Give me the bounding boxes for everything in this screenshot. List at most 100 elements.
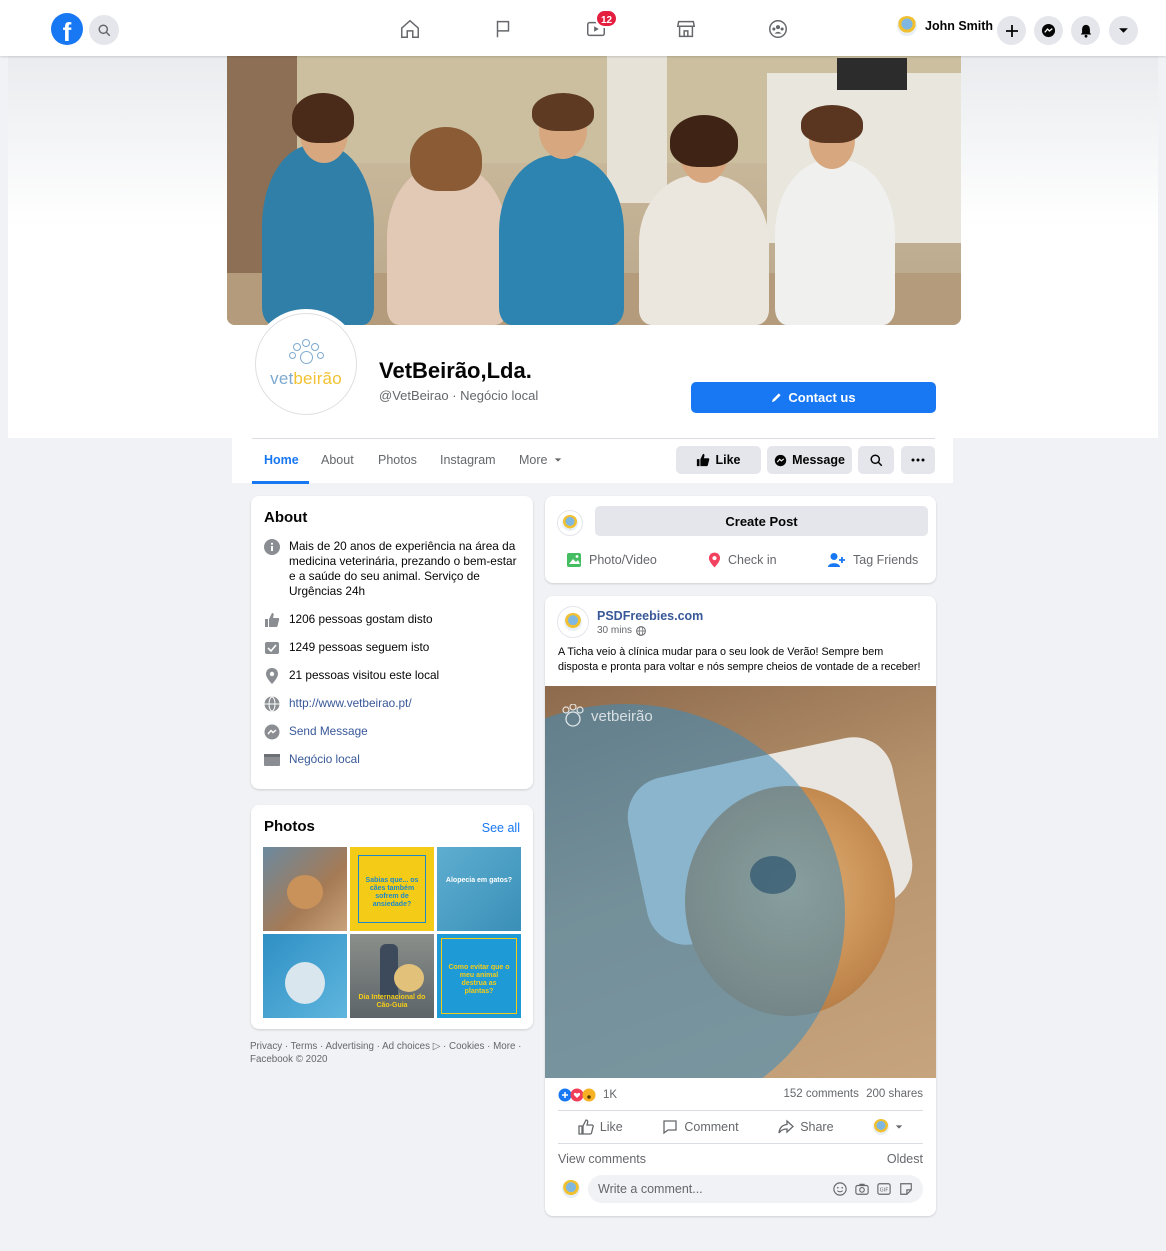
see-all-photos-link[interactable]: See all bbox=[482, 821, 520, 835]
comment-icon bbox=[663, 1120, 678, 1135]
react-as-selector[interactable] bbox=[873, 1119, 903, 1135]
comment-sort-selector[interactable]: Oldest bbox=[887, 1152, 923, 1166]
cover-photo[interactable] bbox=[227, 53, 961, 325]
photo-thumbnail[interactable]: Dia Internacional do Cão-Guia bbox=[350, 934, 434, 1018]
page-avatar bbox=[557, 510, 583, 536]
visits-row: 21 pessoas visitou este local bbox=[264, 668, 439, 684]
footer-links: Privacy · Terms · Advertising · Ad choic… bbox=[250, 1040, 535, 1066]
messenger-icon bbox=[774, 454, 787, 466]
page-title: VetBeirão,Lda. bbox=[379, 358, 532, 383]
category-tag-icon bbox=[264, 754, 280, 766]
comment-placeholder: Write a comment... bbox=[598, 1182, 703, 1196]
logo-wordmark: vetbeirão bbox=[270, 369, 342, 388]
like-page-button[interactable]: Like bbox=[676, 446, 761, 474]
comment-post-button[interactable]: Comment bbox=[662, 1119, 739, 1135]
groups-nav-button[interactable] bbox=[763, 14, 793, 44]
marketplace-nav-button[interactable] bbox=[671, 14, 701, 44]
photo-thumbnail[interactable]: Alopecia em gatos? bbox=[437, 847, 521, 931]
pages-nav-button[interactable] bbox=[488, 14, 518, 44]
comments-count[interactable]: 152 comments bbox=[783, 1088, 858, 1100]
about-card: About Mais de 20 anos de experiência na … bbox=[251, 496, 533, 789]
more-options-button[interactable] bbox=[901, 446, 935, 474]
photo-thumbnail[interactable]: Sabias que... os cães também sofrem de a… bbox=[350, 847, 434, 931]
separator-dot: · bbox=[452, 388, 461, 403]
tag-friends-button[interactable]: Tag Friends bbox=[828, 552, 918, 568]
profile-chip[interactable]: John Smith bbox=[897, 16, 993, 36]
tab-about[interactable]: About bbox=[321, 453, 354, 467]
create-post-button[interactable]: Create Post bbox=[595, 506, 928, 536]
caret-down-icon bbox=[895, 1125, 903, 1129]
photo-caption: Dia Internacional do Cão-Guia bbox=[358, 994, 426, 1009]
home-nav-button[interactable] bbox=[395, 14, 425, 44]
account-menu-button[interactable] bbox=[1109, 16, 1138, 45]
like-post-button[interactable]: Like bbox=[578, 1119, 623, 1135]
user-name: John Smith bbox=[925, 19, 994, 33]
photo-thumbnail[interactable]: Como evitar que o meu animal destrua as … bbox=[437, 934, 521, 1018]
photo-thumbnail[interactable] bbox=[263, 847, 347, 931]
message-page-label: Message bbox=[792, 453, 845, 467]
website-link[interactable]: http://www.vetbeirao.pt/ bbox=[289, 696, 412, 712]
messenger-button[interactable] bbox=[1034, 16, 1063, 45]
share-icon bbox=[778, 1119, 795, 1134]
reactions-count-group[interactable]: 1K bbox=[558, 1088, 617, 1102]
caret-down-icon bbox=[1119, 28, 1128, 33]
tab-home[interactable]: Home bbox=[264, 453, 299, 467]
photo-caption: Alopecia em gatos? bbox=[445, 877, 513, 884]
about-description: Mais de 20 anos de experiência na área d… bbox=[289, 539, 517, 598]
post-author-name[interactable]: PSDFreebies.com bbox=[597, 609, 703, 623]
footer-link-list[interactable]: Privacy · Terms · Advertising · Ad choic… bbox=[250, 1040, 535, 1053]
reactions-count: 1K bbox=[603, 1089, 618, 1101]
search-icon bbox=[869, 453, 882, 466]
location-pin-icon bbox=[708, 552, 721, 568]
post-author-avatar[interactable] bbox=[557, 606, 589, 638]
comment-input[interactable]: Write a comment... GIF bbox=[588, 1175, 923, 1203]
page-subtitle: @VetBeirao · Negócio local bbox=[379, 388, 538, 403]
ellipsis-icon bbox=[911, 458, 925, 462]
create-post-card: Create Post Photo/Video Check in Tag Fri… bbox=[545, 496, 936, 583]
svg-text:GIF: GIF bbox=[880, 1188, 889, 1194]
top-navigation-bar: f 12 John Smith bbox=[0, 0, 1166, 56]
marketplace-icon bbox=[676, 20, 696, 38]
shares-count[interactable]: 200 shares bbox=[866, 1088, 923, 1100]
post-image-watermark: vetbeirão bbox=[560, 704, 653, 728]
sticker-icon[interactable] bbox=[899, 1182, 913, 1196]
camera-icon[interactable] bbox=[855, 1182, 869, 1196]
share-post-button[interactable]: Share bbox=[778, 1119, 834, 1135]
thumbs-up-icon bbox=[697, 453, 710, 467]
facebook-logo-icon[interactable]: f bbox=[51, 13, 83, 45]
send-message-link[interactable]: Send Message bbox=[289, 724, 368, 740]
photo-thumbnail[interactable] bbox=[263, 934, 347, 1018]
page-profile-picture[interactable]: vetbeirão bbox=[255, 313, 357, 415]
divider bbox=[252, 438, 935, 439]
photos-card-title: Photos bbox=[264, 818, 315, 835]
category-link[interactable]: Negócio local bbox=[289, 752, 360, 768]
watch-nav-button[interactable]: 12 bbox=[581, 9, 619, 44]
post-time: 30 mins bbox=[597, 625, 633, 636]
thumbs-up-icon bbox=[578, 1119, 594, 1135]
check-in-label: Check in bbox=[728, 553, 777, 567]
photo-video-button[interactable]: Photo/Video bbox=[566, 552, 657, 568]
view-comments-link[interactable]: View comments bbox=[558, 1152, 646, 1166]
photo-caption: Sabias que... os cães também sofrem de a… bbox=[365, 877, 419, 908]
tab-instagram[interactable]: Instagram bbox=[440, 453, 496, 467]
tab-photos[interactable]: Photos bbox=[378, 453, 417, 467]
reaction-icons bbox=[558, 1088, 596, 1102]
share-post-label: Share bbox=[800, 1120, 834, 1134]
notifications-button[interactable] bbox=[1071, 16, 1100, 45]
check-in-button[interactable]: Check in bbox=[708, 552, 777, 568]
contact-us-button[interactable]: Contact us bbox=[691, 382, 936, 413]
comment-input-tools: GIF bbox=[833, 1182, 913, 1196]
message-page-button[interactable]: Message bbox=[767, 446, 852, 474]
emoji-icon[interactable] bbox=[833, 1182, 847, 1196]
tab-more[interactable]: More bbox=[519, 453, 562, 467]
create-button[interactable] bbox=[997, 16, 1026, 45]
website-row: http://www.vetbeirao.pt/ bbox=[264, 696, 412, 712]
tab-more-label: More bbox=[519, 453, 548, 467]
post-image[interactable]: vetbeirão bbox=[545, 686, 936, 1078]
gif-icon[interactable]: GIF bbox=[877, 1182, 891, 1196]
watch-notification-badge: 12 bbox=[595, 9, 619, 28]
search-page-button[interactable] bbox=[858, 446, 894, 474]
comments-shares: 152 comments 200 shares bbox=[783, 1088, 923, 1102]
search-button[interactable] bbox=[89, 15, 119, 45]
avatar bbox=[897, 16, 917, 36]
